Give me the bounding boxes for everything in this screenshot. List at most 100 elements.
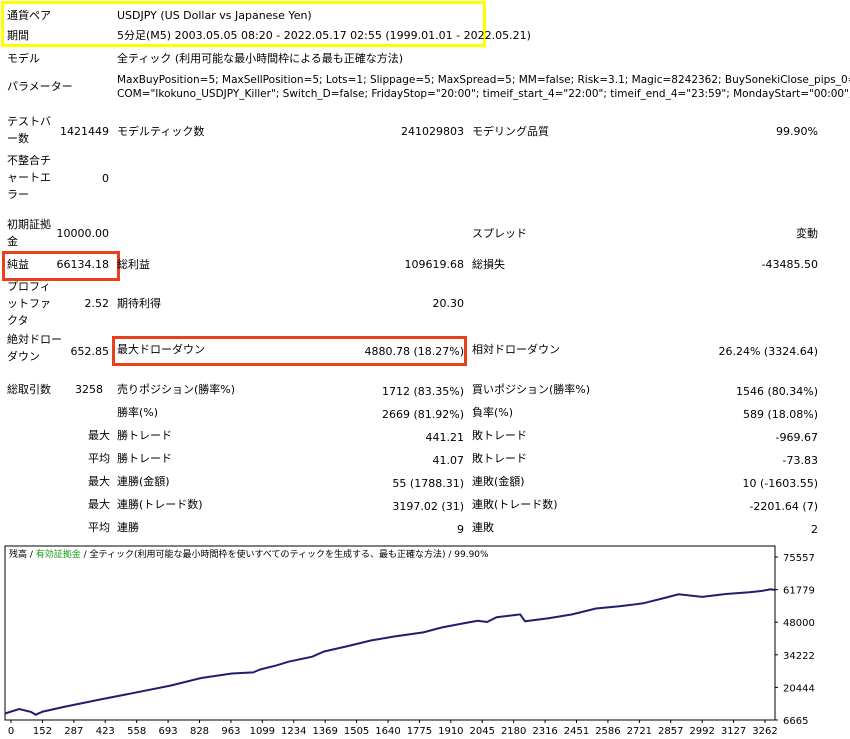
model-label: モデル <box>7 52 40 65</box>
max-trade-prefix: 最大 <box>88 429 110 442</box>
short-pos-label: 売りポジション(勝率%) <box>117 383 236 396</box>
avg-loss-trade-value: -73.83 <box>782 454 818 467</box>
x-tick-label: 3127 <box>721 726 746 737</box>
avg-consec-win-label: 連勝 <box>117 521 139 534</box>
currency-pair-label: 通貨ペア <box>7 9 51 22</box>
avg-loss-trade-label: 敗トレード <box>472 452 527 465</box>
balance-chart: 0 152 287 423 558 693 828 963 1099 1234 1369 1505 16… <box>3 545 845 739</box>
y-tick-label: 75557 <box>783 553 815 564</box>
total-trades-value: 3258 <box>75 383 103 396</box>
parameters-line-2: COM="Ikokuno_USDJPY_Killer"; Switch_D=fa… <box>117 88 850 100</box>
chart-title-equity: 有効証拠金 <box>35 550 81 560</box>
y-tick-label: 6665 <box>783 716 808 727</box>
x-tick-label: 1775 <box>407 726 432 737</box>
x-tick-label: 2180 <box>501 726 526 737</box>
expected-payoff-label: 期待利得 <box>117 297 161 310</box>
spread-value: 変動 <box>796 227 818 240</box>
abs-drawdown-value: 652.85 <box>70 345 110 358</box>
win-rate-value: 2669 (81.92%) <box>381 408 464 421</box>
avg-trade-prefix: 平均 <box>88 452 110 465</box>
avg-consec-prefix: 平均 <box>88 521 110 534</box>
y-tick-label: 34222 <box>783 651 815 662</box>
rel-drawdown-label: 相対ドローダウン <box>472 343 560 356</box>
x-tick-label: 2992 <box>689 726 714 737</box>
x-tick-label: 1640 <box>375 726 400 737</box>
max-win-trade-label: 勝トレード <box>117 429 172 442</box>
avg-consec-loss-value: 2 <box>811 523 818 536</box>
gross-profit-label: 総利益 <box>117 258 150 271</box>
max-consec-win-label: 連勝(金額) <box>117 475 170 488</box>
x-tick-label: 693 <box>159 726 178 737</box>
x-tick-label: 2316 <box>532 726 557 737</box>
mismatched-errors-label: 不整合チャートエラー <box>7 154 51 201</box>
modeling-quality-label: モデリング品質 <box>472 125 549 138</box>
x-tick-label: 2857 <box>658 726 683 737</box>
test-bars-value: 1421449 <box>60 125 109 138</box>
x-tick-label: 963 <box>221 726 240 737</box>
x-tick-label: 2045 <box>470 726 495 737</box>
total-trades-label: 総取引数 <box>7 383 51 396</box>
max-drawdown-value: 4880.78 (18.27%) <box>364 345 464 358</box>
chart-title-balance: 残高 <box>9 550 28 560</box>
x-tick-label: 1505 <box>344 726 369 737</box>
x-tick-label: 1910 <box>438 726 463 737</box>
parameters-label: パラメーター <box>7 80 73 93</box>
long-pos-label: 買いポジション(勝率%) <box>472 383 591 396</box>
model-ticks-value: 241029803 <box>401 125 464 138</box>
max-consec-loss-value: 10 (-1603.55) <box>742 477 818 490</box>
x-tick-label: 1099 <box>250 726 275 737</box>
max-loss-trade-value: -969.67 <box>775 431 818 444</box>
avg-win-trade-value: 41.07 <box>432 454 465 467</box>
max-consec-loss-label: 連敗(金額) <box>472 475 525 488</box>
avg-consec-loss-label: 連敗 <box>472 521 494 534</box>
balance-line <box>4 588 776 716</box>
y-tick-label: 48000 <box>783 618 815 629</box>
x-tick-label: 287 <box>64 726 83 737</box>
chart-title-rest: / 全ティック(利用可能な最小時間枠を使いすべてのティックを生成する、最も正確な… <box>80 550 489 560</box>
max-loss-trade-label: 敗トレード <box>472 429 527 442</box>
test-bars-label: テストバー数 <box>7 115 51 145</box>
y-tick-label: 61779 <box>783 586 815 597</box>
x-tick-label: 828 <box>190 726 209 737</box>
gross-loss-label: 総損失 <box>472 258 505 271</box>
x-tick-label: 3262 <box>752 726 777 737</box>
initial-deposit-value: 10000.00 <box>56 227 110 240</box>
rel-drawdown-value: 26.24% (3324.64) <box>718 345 818 358</box>
avg-consec-win-value: 9 <box>457 523 464 536</box>
gross-loss-value: -43485.50 <box>761 258 818 271</box>
x-tick-label: 2451 <box>564 726 589 737</box>
x-tick-label: 0 <box>8 726 14 737</box>
win-rate-label: 勝率(%) <box>117 406 159 419</box>
model-value: 全ティック (利用可能な最小時間枠による最も正確な方法) <box>117 52 404 65</box>
expected-payoff-value: 20.30 <box>432 297 465 310</box>
net-profit-label: 純益 <box>7 258 29 271</box>
max-consec-win-value: 55 (1788.31) <box>392 477 464 490</box>
chart-title: 残高 / 有効証拠金 / 全ティック(利用可能な最小時間枠を使いすべてのティック… <box>9 547 489 560</box>
short-pos-value: 1712 (83.35%) <box>381 385 464 398</box>
max-consec-loss-amt-value: -2201.64 (7) <box>749 500 818 513</box>
balance-chart-svg: 0 152 287 423 558 693 828 963 1099 1234 1369 1505 16… <box>4 545 815 737</box>
x-tick-label: 1369 <box>312 726 337 737</box>
x-tick-label: 1234 <box>281 726 306 737</box>
initial-deposit-label: 初期証拠金 <box>7 218 51 248</box>
long-pos-value: 1546 (80.34%) <box>735 385 818 398</box>
gross-profit-value: 109619.68 <box>404 258 465 271</box>
net-profit-value: 66134.18 <box>56 258 110 271</box>
max-consec-win-amt-label: 連勝(トレード数) <box>117 498 203 511</box>
x-tick-label: 2586 <box>595 726 620 737</box>
y-tick-label: 20444 <box>783 683 815 694</box>
period-label: 期間 <box>7 29 29 42</box>
x-tick-label: 2721 <box>627 726 652 737</box>
x-tick-label: 152 <box>33 726 52 737</box>
loss-rate-label: 負率(%) <box>472 406 514 419</box>
loss-rate-value: 589 (18.08%) <box>742 408 818 421</box>
x-tick-label: 423 <box>96 726 115 737</box>
mismatched-errors-value: 0 <box>102 172 109 185</box>
max-consec-amt-prefix: 最大 <box>88 498 110 511</box>
chart-frame <box>4 545 776 721</box>
profit-factor-label: プロフィットファクタ <box>7 280 51 327</box>
max-win-trade-value: 441.21 <box>425 431 465 444</box>
profit-factor-value: 2.52 <box>84 297 110 310</box>
currency-pair-value: USDJPY (US Dollar vs Japanese Yen) <box>117 9 312 22</box>
spread-label: スプレッド <box>472 227 527 240</box>
